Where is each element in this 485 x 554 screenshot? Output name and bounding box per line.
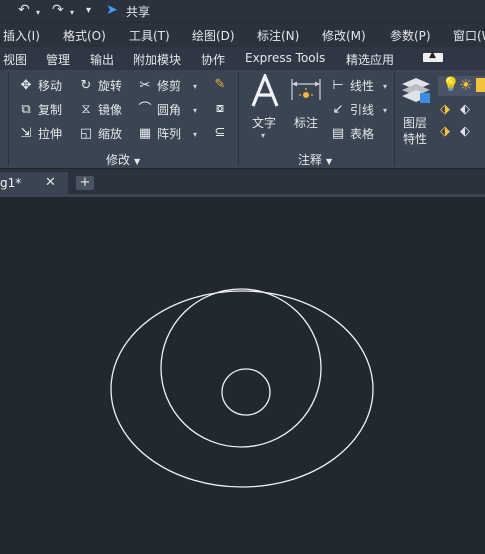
chevron-down-icon: ▲	[429, 50, 436, 60]
menu-tools[interactable]: 工具(T)	[129, 27, 170, 44]
panel-divider	[8, 72, 9, 166]
ribbon-tabs: 视图 管理 输出 附加模块 协作 Express Tools 精选应用 ▲	[0, 47, 485, 70]
layer-freeze-icon[interactable]: ⬖	[460, 124, 470, 139]
tab-manage[interactable]: 管理	[46, 51, 70, 68]
quick-access-toolbar: ↶ ▾ ↷ ▾ ▾ ➤ 共享	[0, 0, 485, 22]
chevron-down-icon: ▼	[326, 157, 333, 166]
sun-icon: ☀	[459, 76, 473, 94]
fillet-dropdown-icon[interactable]: ▾	[193, 106, 197, 115]
menu-insert[interactable]: 插入(I)	[3, 27, 40, 44]
leader-icon: ↙	[332, 101, 344, 117]
panel-divider	[238, 72, 239, 166]
new-tab-button[interactable]: +	[76, 176, 94, 190]
array-icon: ▦	[138, 125, 152, 141]
middle-circle[interactable]	[160, 288, 322, 448]
layer-properties-button[interactable]: 图层 特性	[399, 74, 433, 150]
modify-panel-title[interactable]: 修改 ▼	[106, 151, 140, 168]
tab-collaborate[interactable]: 协作	[201, 51, 225, 68]
text-icon	[251, 74, 279, 107]
rotate-icon: ↻	[80, 77, 92, 93]
fillet-button[interactable]: ⌒ 圆角	[137, 101, 181, 121]
array-dropdown-icon[interactable]: ▾	[193, 130, 197, 139]
panel-divider	[394, 72, 395, 166]
bulb-icon: 💡	[442, 77, 460, 93]
close-icon[interactable]: ✕	[45, 175, 56, 190]
layer-off-icon[interactable]: ⬗	[440, 124, 450, 139]
leader-button[interactable]: ↙ 引线	[330, 101, 374, 121]
menu-window[interactable]: 窗口(W	[453, 27, 485, 44]
copy-button[interactable]: ⧉ 复制	[18, 101, 62, 121]
mirror-button[interactable]: ⧖ 镜像	[78, 101, 122, 121]
fillet-icon: ⌒	[138, 101, 152, 117]
inner-circle[interactable]	[221, 368, 271, 416]
text-button[interactable]: 文字 ▾	[248, 74, 282, 146]
offset-icon: ⊆	[214, 125, 226, 140]
rotate-button[interactable]: ↻ 旋转	[78, 77, 122, 97]
layer-isolate-icon[interactable]: ⬗	[440, 102, 450, 117]
tab-express-tools[interactable]: Express Tools	[245, 51, 325, 65]
share-icon[interactable]: ➤	[106, 2, 118, 18]
annotation-panel-title[interactable]: 注释 ▼	[298, 151, 332, 168]
drawing-canvas[interactable]	[0, 197, 485, 554]
menu-format[interactable]: 格式(O)	[63, 27, 106, 44]
layer-match-icon[interactable]: ⬖	[460, 102, 470, 117]
layer-state-row[interactable]: 💡 ☀	[438, 76, 485, 96]
tab-view[interactable]: 视图	[3, 51, 27, 68]
linear-dropdown-icon[interactable]: ▾	[383, 82, 387, 91]
chevron-down-icon: ▼	[134, 157, 141, 166]
chevron-down-icon: ▾	[261, 131, 266, 140]
erase-button[interactable]: ✎	[212, 77, 232, 97]
trim-dropdown-icon[interactable]: ▾	[193, 82, 197, 91]
explode-icon: ⧇	[215, 101, 225, 116]
document-tab[interactable]: g1* ✕	[0, 172, 68, 195]
document-tab-label: g1*	[0, 176, 22, 190]
linear-dimension-icon: ⊢	[332, 77, 344, 93]
copy-icon: ⧉	[21, 101, 31, 117]
undo-dropdown-icon[interactable]: ▾	[36, 5, 40, 21]
dimension-button[interactable]: 标注	[289, 74, 323, 134]
move-icon: ✥	[20, 77, 32, 93]
explode-button[interactable]: ⧇	[212, 101, 232, 121]
color-swatch-icon	[476, 78, 485, 92]
menu-bar: 插入(I) 格式(O) 工具(T) 绘图(D) 标注(N) 修改(M) 参数(P…	[0, 22, 485, 47]
menu-modify[interactable]: 修改(M)	[322, 27, 366, 44]
tab-addins[interactable]: 附加模块	[133, 51, 181, 68]
ribbon-panel: ✥ 移动 ↻ 旋转 ✂ 修剪 ▾ ✎ ⧉ 复制 ⧖ 镜像 ⌒ 圆角 ▾ ⧇ ⇲ 拉伸 ◱ 缩放 …	[0, 70, 485, 168]
layer-properties-icon	[402, 78, 430, 103]
tab-featured-apps[interactable]: 精选应用	[346, 51, 394, 68]
customize-icon[interactable]: ▾	[86, 3, 91, 19]
stretch-icon: ⇲	[20, 125, 32, 141]
eraser-icon: ✎	[214, 77, 226, 92]
trim-icon: ✂	[139, 77, 151, 93]
tab-output[interactable]: 输出	[90, 51, 114, 68]
linear-dimension-button[interactable]: ⊢ 线性	[330, 77, 374, 97]
menu-parameters[interactable]: 参数(P)	[390, 27, 431, 44]
scale-button[interactable]: ◱ 缩放	[78, 125, 122, 145]
redo-icon[interactable]: ↷	[52, 2, 64, 18]
table-button[interactable]: ▤ 表格	[330, 125, 374, 145]
menu-draw[interactable]: 绘图(D)	[192, 27, 235, 44]
drawing-svg	[110, 288, 374, 488]
document-tab-strip: g1* ✕ +	[0, 168, 485, 195]
plus-icon: +	[79, 175, 91, 190]
outer-ellipse[interactable]	[110, 290, 374, 488]
menu-dimension[interactable]: 标注(N)	[257, 27, 299, 44]
tab-overflow-dropdown[interactable]: ▲	[423, 50, 443, 62]
dimension-icon	[291, 79, 321, 100]
array-button[interactable]: ▦ 阵列	[137, 125, 181, 145]
leader-dropdown-icon[interactable]: ▾	[383, 106, 387, 115]
mirror-icon: ⧖	[81, 101, 91, 117]
move-button[interactable]: ✥ 移动	[18, 77, 62, 97]
offset-button[interactable]: ⊆	[212, 125, 232, 145]
share-button-label[interactable]: 共享	[126, 3, 150, 20]
undo-icon[interactable]: ↶	[18, 2, 30, 18]
trim-button[interactable]: ✂ 修剪	[137, 77, 181, 97]
scale-icon: ◱	[79, 125, 93, 141]
redo-dropdown-icon[interactable]: ▾	[70, 5, 74, 21]
stretch-button[interactable]: ⇲ 拉伸	[18, 125, 62, 145]
table-icon: ▤	[331, 125, 345, 141]
